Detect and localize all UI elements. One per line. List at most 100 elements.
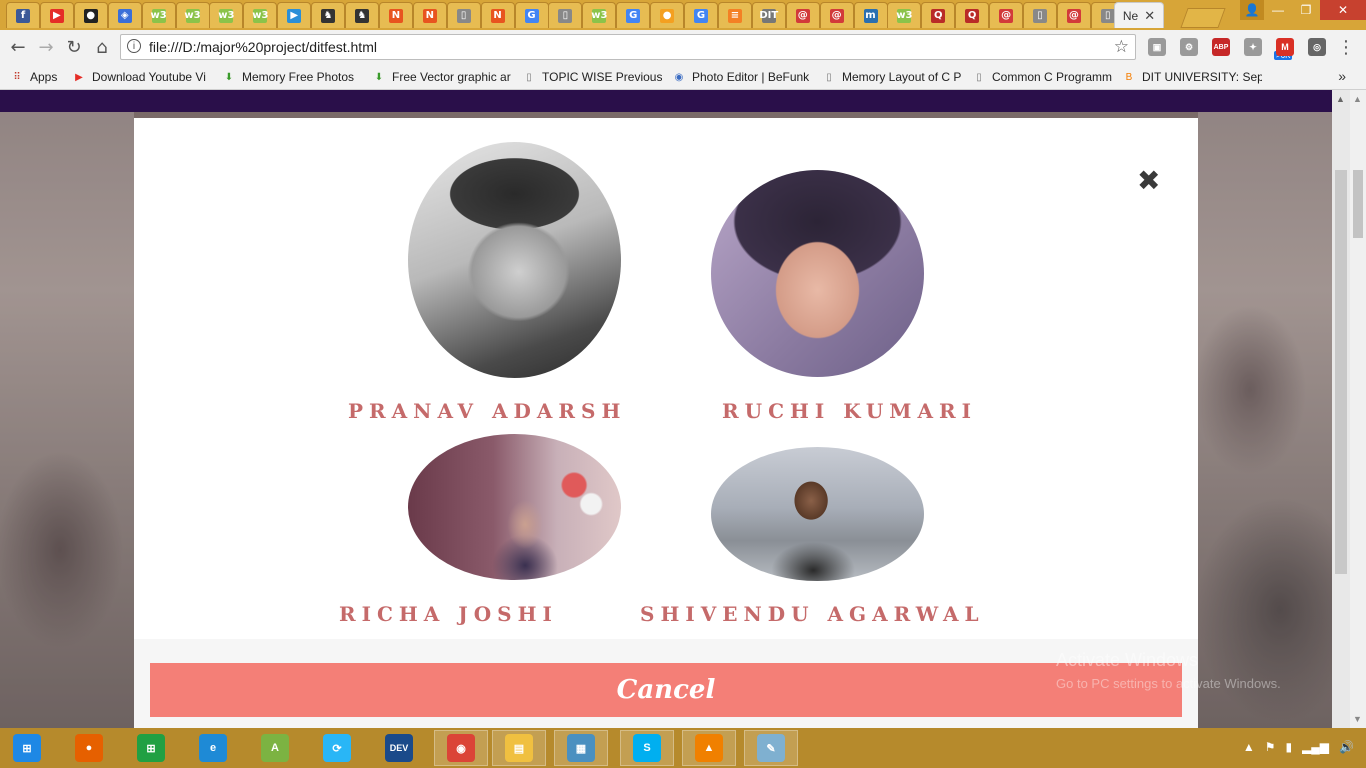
maximize-button[interactable]: ❐ [1292,0,1320,20]
browser-tab[interactable]: ▶ [39,2,74,28]
browser-tab[interactable]: G [684,2,718,28]
modal-close-icon[interactable]: ✖ [1137,164,1160,197]
browser-tab[interactable]: @ [785,2,820,28]
volume-icon[interactable]: 🔊 [1339,740,1354,754]
home-icon[interactable]: ⌂ [92,37,112,58]
page-scroll-thumb[interactable] [1335,170,1347,574]
scroll-thumb[interactable] [1353,170,1363,238]
more-bookmarks-button[interactable]: » [1338,68,1346,84]
member-photo-richa [408,434,621,580]
browser-tab[interactable]: ▶ [277,2,312,28]
user-profile-icon[interactable]: 👤 [1240,0,1264,20]
page-scroll-up-icon[interactable]: ▲ [1336,94,1345,104]
sync-icon[interactable]: ⟳ [310,730,364,766]
ext-gray-icon[interactable]: ▣ [1148,38,1166,56]
scroll-down-icon[interactable]: ▼ [1353,714,1362,724]
browser-tab[interactable]: w3 [887,2,922,28]
chrome-icon[interactable]: ◉ [434,730,488,766]
browser-tab[interactable]: ▯ [1023,2,1057,28]
new-tab-button[interactable] [1180,8,1226,28]
network-icon[interactable]: ▂▄▆ [1302,740,1329,754]
site-info-icon[interactable]: i [127,39,141,53]
photos-icon[interactable]: ▦ [554,730,608,766]
ext-globe-icon[interactable]: ◎ [1308,38,1326,56]
browser-tab[interactable]: w3 [209,2,244,28]
address-bar[interactable]: i file:///D:/major%20project/ditfest.htm… [120,34,1136,60]
bookmark-item[interactable]: ⠿ Apps [10,68,66,86]
browser-tab[interactable]: @ [819,2,854,28]
browser-tab[interactable]: w3 [243,2,278,28]
battery-icon[interactable]: ▮ [1285,740,1292,754]
window-scrollbar[interactable]: ▲ ▼ [1350,90,1366,728]
browser-tab[interactable]: ≡ [717,2,752,28]
android-studio-icon[interactable]: A [248,730,302,766]
minimize-button[interactable]: — [1264,0,1292,20]
browser-tab[interactable]: @ [1056,2,1091,28]
back-arrow-icon[interactable]: ← [8,37,28,58]
gmail-icon[interactable]: M [1276,38,1294,56]
w3schools-tab-icon: w3 [218,8,235,23]
browser-tab[interactable]: ● [73,2,108,28]
browser-tab[interactable]: DIT [751,2,786,28]
notepad-icon[interactable]: ✎ [744,730,798,766]
browser-tab[interactable]: G [514,2,549,28]
browser-tab[interactable]: Q [921,2,956,28]
forward-arrow-icon[interactable]: → [36,37,56,58]
bookmark-item[interactable]: ⬇ Free Vector graphic ar [372,68,512,86]
browser-tab[interactable]: ● [650,2,685,28]
browser-tab[interactable]: ♞ [311,2,346,28]
scroll-up-icon[interactable]: ▲ [1353,94,1362,104]
explorer-icon[interactable]: ▤ [492,730,546,766]
devcpp-icon[interactable]: DEV [372,730,426,766]
flag-icon[interactable]: ⚑ [1265,740,1276,754]
browser-tab[interactable]: ▯ [446,2,481,28]
tab-close-icon[interactable]: ✕ [1144,8,1155,24]
browser-tab[interactable]: G [616,2,651,28]
browser-tab[interactable]: w3 [175,2,210,28]
bookmark-item[interactable]: ▶ Download Youtube Vi [72,68,212,86]
dit-tab-icon: DIT [759,8,779,23]
vlc-icon[interactable]: ▲ [682,730,736,766]
bookmark-label: Memory Free Photos [242,70,355,84]
member-name: RICHA JOSHI [339,602,558,626]
bookmarks-bar: » ⠿ Apps ▶ Download Youtube Vi ⬇ Memory Free … [0,64,1366,90]
browser-tab[interactable]: N [378,2,413,28]
chrome-menu-icon[interactable]: ⋮ [1336,37,1356,58]
adblock-icon[interactable]: ABP [1212,38,1230,56]
ie-icon[interactable]: e [186,730,240,766]
browser-tab[interactable]: w3 [582,2,617,28]
bookmark-item[interactable]: ▯ Common C Programm [972,68,1112,86]
bookmark-item[interactable]: B DIT UNIVERSITY: Sept [1122,68,1262,86]
m-tab-icon: m [863,8,878,23]
browser-tab[interactable]: m [853,2,888,28]
browser-tab[interactable]: w3 [141,2,176,28]
reload-icon[interactable]: ↻ [64,37,84,58]
window-close-button[interactable]: ✕ [1320,0,1366,20]
ext-gear-icon[interactable]: ⚙ [1180,38,1198,56]
browser-tab[interactable]: N [412,2,447,28]
browser-tab[interactable]: ▯ [548,2,583,28]
page-scrollbar[interactable]: ▲ [1332,90,1350,728]
active-tab[interactable]: Ne ✕ [1114,2,1164,28]
browser-tab[interactable]: ♞ [345,2,379,28]
browser-tab[interactable]: ◈ [107,2,142,28]
tab-dark-icon: ♞ [355,8,369,23]
browser-tab[interactable]: f [6,2,40,28]
firefox-icon[interactable]: ● [62,730,116,766]
bookmark-item[interactable]: ◉ Photo Editor | BeFunk [672,68,812,86]
browser-tab[interactable]: Q [955,2,990,28]
bookmark-label: Download Youtube Vi [92,70,206,84]
bookmark-item[interactable]: ▯ TOPIC WISE Previous [522,68,662,86]
tray-arrow-icon[interactable]: ▲ [1243,740,1255,754]
browser-tab[interactable]: N [480,2,515,28]
store-icon[interactable]: ⊞ [124,730,178,766]
bookmark-item[interactable]: ▯ Memory Layout of C P [822,68,962,86]
skype-icon[interactable]: S [620,730,674,766]
bookmark-item[interactable]: ⬇ Memory Free Photos [222,68,362,86]
bookmark-star-icon[interactable]: ☆ [1114,37,1129,57]
browser-tab[interactable]: @ [989,2,1024,28]
ext-puzzle-icon[interactable]: ✦ [1244,38,1262,56]
start-button[interactable]: ⊞ [0,730,54,766]
windows-taskbar: ▲ ⚑ ▮ ▂▄▆ 🔊 ⊞ ● ⊞ e A ⟳ DEV ◉ ▤ ▦ S ▲ ✎ [0,728,1366,768]
cancel-button[interactable]: Cancel [150,663,1182,717]
